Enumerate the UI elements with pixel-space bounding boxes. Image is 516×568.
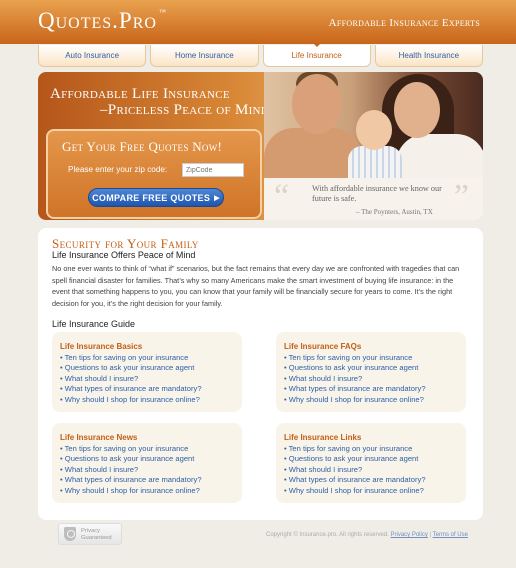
list-item[interactable]: Why should I shop for insurance online? xyxy=(60,486,202,496)
arrow-right-icon: ▶ xyxy=(214,194,220,202)
card-title[interactable]: Life Insurance Basics xyxy=(60,342,142,351)
list-item[interactable]: Ten tips for saving on your insurance xyxy=(60,444,202,454)
list-item[interactable]: Why should I shop for insurance online? xyxy=(284,395,426,405)
list-item[interactable]: Questions to ask your insurance agent xyxy=(284,363,426,373)
list-item[interactable]: What types of insurance are mandatory? xyxy=(284,384,426,394)
section-body: No one ever wants to think of “what if” … xyxy=(52,264,460,308)
quote-form: Get Your Free Quotes Now! Please enter y… xyxy=(46,129,262,219)
main-nav: Auto Insurance Home Insurance Life Insur… xyxy=(38,45,483,67)
zip-code-input[interactable] xyxy=(182,163,244,177)
privacy-badge-line2: Guaranteed xyxy=(81,535,112,541)
list-item[interactable]: Ten tips for saving on your insurance xyxy=(60,353,202,363)
list-item[interactable]: What should I insure? xyxy=(284,465,426,475)
list-item[interactable]: Questions to ask your insurance agent xyxy=(60,363,202,373)
tab-home-insurance[interactable]: Home Insurance xyxy=(150,45,259,67)
card-basics: Life Insurance Basics Ten tips for savin… xyxy=(52,332,242,412)
card-title[interactable]: Life Insurance News xyxy=(60,433,137,442)
trademark-mark: ™ xyxy=(158,8,167,16)
privacy-policy-link[interactable]: Privacy Policy xyxy=(390,532,427,538)
privacy-badge-text: Privacy Guaranteed xyxy=(81,528,112,542)
list-item[interactable]: Questions to ask your insurance agent xyxy=(60,454,202,464)
list-item[interactable]: Questions to ask your insurance agent xyxy=(284,454,426,464)
hero-title-line1: Affordable Life Insurance xyxy=(50,86,230,102)
link-list: Ten tips for saving on your insurance Qu… xyxy=(284,444,426,496)
testimonial-text: With affordable insurance we know our fu… xyxy=(312,184,442,203)
zip-label: Please enter your zip code: xyxy=(68,165,168,174)
list-item[interactable]: Ten tips for saving on your insurance xyxy=(284,353,426,363)
site-logo[interactable]: Quotes.Pro ™ xyxy=(38,8,167,34)
logo-text: Quotes.Pro xyxy=(38,8,157,33)
link-list: Ten tips for saving on your insurance Qu… xyxy=(60,444,202,496)
hero-title: Affordable Life Insurance –Priceless Pea… xyxy=(50,86,273,118)
close-quote-icon: ” xyxy=(453,178,469,215)
privacy-badge-line1: Privacy xyxy=(81,528,101,534)
card-title[interactable]: Life Insurance Links xyxy=(284,433,361,442)
list-item[interactable]: Why should I shop for insurance online? xyxy=(284,486,426,496)
list-item[interactable]: What should I insure? xyxy=(284,374,426,384)
terms-of-use-link[interactable]: Terms of Use xyxy=(433,532,468,538)
tab-health-insurance[interactable]: Health Insurance xyxy=(374,45,483,67)
tab-life-insurance[interactable]: Life Insurance xyxy=(262,45,371,67)
card-links: Life Insurance Links Ten tips for saving… xyxy=(276,423,466,503)
open-quote-icon: “ xyxy=(274,178,290,215)
compare-quotes-label: COMPARE FREE QUOTES xyxy=(92,192,211,203)
main-content: Security for Your Family Life Insurance … xyxy=(38,228,483,520)
copyright-text: Copyright © Insurance.pro. All rights re… xyxy=(266,532,389,538)
list-item[interactable]: What types of insurance are mandatory? xyxy=(60,384,202,394)
section-subtitle: Life Insurance Offers Peace of Mind xyxy=(52,250,196,260)
list-item[interactable]: Ten tips for saving on your insurance xyxy=(284,444,426,454)
list-item[interactable]: What should I insure? xyxy=(60,374,202,384)
card-title[interactable]: Life Insurance FAQs xyxy=(284,342,361,351)
family-photo xyxy=(264,72,483,178)
link-list: Ten tips for saving on your insurance Qu… xyxy=(60,353,202,405)
list-item[interactable]: What types of insurance are mandatory? xyxy=(284,475,426,485)
testimonial-cite: – The Poynters, Austin, TX xyxy=(356,208,433,216)
testimonial: “ ” With affordable insurance we know ou… xyxy=(264,178,483,220)
tab-auto-insurance[interactable]: Auto Insurance xyxy=(38,45,147,67)
card-faqs: Life Insurance FAQs Ten tips for saving … xyxy=(276,332,466,412)
privacy-badge[interactable]: Privacy Guaranteed xyxy=(58,523,122,545)
hero-title-line2: –Priceless Peace of Mind. xyxy=(100,102,274,118)
list-item[interactable]: What types of insurance are mandatory? xyxy=(60,475,202,485)
footer-text: Copyright © Insurance.pro. All rights re… xyxy=(266,532,468,538)
link-list: Ten tips for saving on your insurance Qu… xyxy=(284,353,426,405)
compare-quotes-button[interactable]: COMPARE FREE QUOTES ▶ xyxy=(88,188,224,207)
quote-form-title: Get Your Free Quotes Now! xyxy=(62,139,223,154)
guide-title: Life Insurance Guide xyxy=(52,319,136,329)
site-header: Quotes.Pro ™ Affordable Insurance Experts xyxy=(0,0,516,44)
card-news: Life Insurance News Ten tips for saving … xyxy=(52,423,242,503)
list-item[interactable]: What should I insure? xyxy=(60,465,202,475)
shield-icon xyxy=(64,527,76,541)
list-item[interactable]: Why should I shop for insurance online? xyxy=(60,395,202,405)
site-tagline: Affordable Insurance Experts xyxy=(328,17,480,29)
